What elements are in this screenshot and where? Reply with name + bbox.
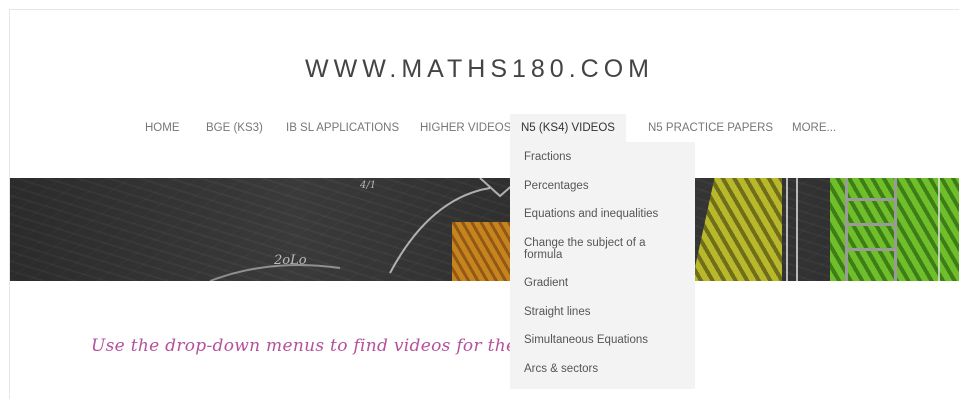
- n5-videos-dropdown: Fractions Percentages Equations and ineq…: [510, 142, 695, 389]
- nav-more[interactable]: MORE...: [792, 114, 836, 142]
- ladder-rung: [845, 248, 897, 251]
- intro-text: Use the drop-down menus to find videos f…: [91, 336, 576, 356]
- main-nav: HOME BGE (KS3) IB SL APPLICATIONS HIGHER…: [0, 114, 959, 142]
- ladder-rail: [845, 178, 848, 281]
- dropdown-item-straight-lines[interactable]: Straight lines: [524, 306, 684, 318]
- nav-bge[interactable]: BGE (KS3): [206, 114, 263, 142]
- ladder-rung: [845, 198, 897, 201]
- dropdown-item-simultaneous-equations[interactable]: Simultaneous Equations: [524, 334, 684, 346]
- site-title[interactable]: WWW.MATHS180.COM: [0, 55, 959, 84]
- dropdown-item-percentages[interactable]: Percentages: [524, 180, 684, 192]
- chalk-text: 2oLo: [274, 253, 307, 268]
- chalk-line: [796, 178, 798, 281]
- dropdown-item-equations-inequalities[interactable]: Equations and inequalities: [524, 208, 684, 220]
- nav-ib-sl-applications[interactable]: IB SL APPLICATIONS: [286, 114, 399, 142]
- nav-higher-videos[interactable]: HIGHER VIDEOS: [420, 114, 511, 142]
- chalk-line: [938, 178, 940, 281]
- dropdown-item-arcs-sectors[interactable]: Arcs & sectors: [524, 363, 684, 375]
- dropdown-item-fractions[interactable]: Fractions: [524, 151, 684, 163]
- chalk-text: 4/1: [360, 180, 377, 191]
- nav-n5-videos[interactable]: N5 (KS4) VIDEOS: [510, 114, 626, 142]
- nav-n5-practice-papers[interactable]: N5 PRACTICE PAPERS: [648, 114, 773, 142]
- ladder-rung: [845, 223, 897, 226]
- chalk-line: [786, 178, 788, 281]
- chalkboard-banner: 2oLo 4/1: [10, 178, 959, 281]
- ladder-rail: [894, 178, 897, 281]
- nav-home[interactable]: HOME: [145, 114, 180, 142]
- dropdown-item-change-subject[interactable]: Change the subject of a formula: [524, 237, 684, 261]
- dropdown-item-gradient[interactable]: Gradient: [524, 277, 684, 289]
